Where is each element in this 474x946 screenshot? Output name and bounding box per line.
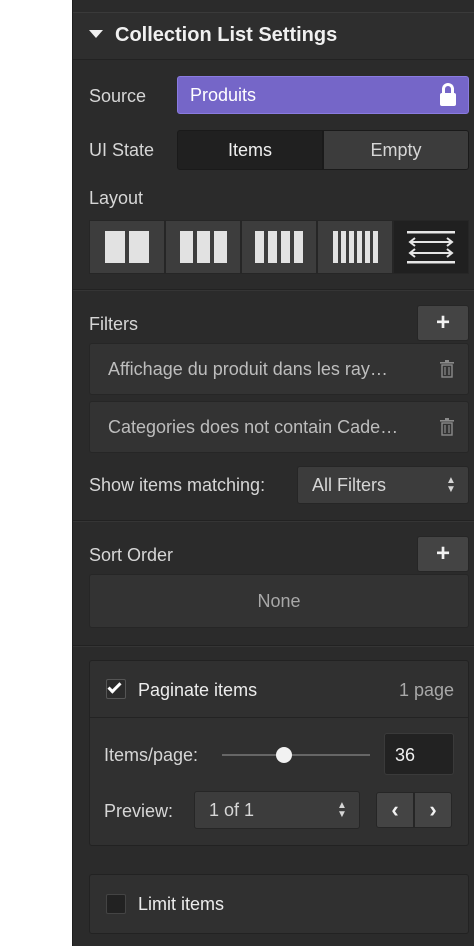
paginate-checkbox[interactable] (106, 679, 126, 699)
up-down-arrows-icon: ▲ ▼ (446, 475, 456, 495)
previous-page-button[interactable]: ‹ (376, 792, 414, 828)
filter-item[interactable]: Categories does not contain Cade… (89, 401, 469, 453)
limit-items-label: Limit items (138, 894, 225, 914)
ui-state-items-button[interactable]: Items (177, 130, 323, 170)
show-items-matching-label: Show items matching: (89, 475, 266, 495)
check-icon (107, 679, 122, 694)
layout-2-columns-button[interactable] (89, 220, 165, 274)
layout-options (89, 220, 469, 274)
filter-match-value: All Filters (312, 475, 387, 495)
items-per-page-label: Items/page: (104, 745, 199, 765)
up-down-arrows-icon: ▲ ▼ (337, 800, 347, 820)
trash-icon[interactable] (440, 418, 454, 436)
divider (73, 646, 474, 647)
plus-icon: + (435, 309, 450, 336)
chevron-left-icon: ‹ (391, 797, 399, 822)
caret-down-icon[interactable] (89, 30, 103, 38)
filter-text: Affichage du produit dans les ray… (108, 359, 388, 379)
plus-icon: + (435, 540, 450, 567)
layout-list-button[interactable] (393, 220, 469, 274)
divider (90, 717, 468, 718)
filters-label: Filters (89, 314, 138, 334)
source-label: Source (89, 86, 147, 106)
add-sort-button[interactable]: + (417, 536, 469, 572)
section-header[interactable]: Collection List Settings (73, 12, 474, 60)
limit-items-section: Limit items (89, 874, 469, 934)
collection-list-settings-panel: Collection List Settings Source Produits… (72, 0, 474, 946)
pagination-section: Paginate items 1 page Items/page: 36 Pre… (89, 660, 469, 846)
section-title: Collection List Settings (115, 24, 338, 46)
preview-label: Preview: (104, 801, 174, 821)
layout-3-columns-button[interactable] (165, 220, 241, 274)
divider (73, 521, 474, 522)
list-layout-icon (407, 231, 455, 264)
limit-items-checkbox[interactable] (106, 894, 126, 914)
trash-icon[interactable] (440, 360, 454, 378)
filter-item[interactable]: Affichage du produit dans les ray… (89, 343, 469, 395)
layout-label: Layout (89, 188, 144, 208)
page-count: 1 page (398, 680, 454, 700)
sort-order-value[interactable]: None (89, 574, 469, 628)
preview-value: 1 of 1 (209, 800, 255, 820)
divider (73, 290, 474, 291)
layout-4-columns-button[interactable] (241, 220, 317, 274)
sort-order-label: Sort Order (89, 545, 174, 565)
items-per-page-input[interactable]: 36 (384, 733, 454, 775)
slider-thumb[interactable] (276, 747, 293, 763)
next-page-button[interactable]: › (414, 792, 452, 828)
source-value: Produits (190, 85, 257, 105)
ui-state-empty-button[interactable]: Empty (323, 130, 469, 170)
filter-match-select[interactable]: All Filters ▲ ▼ (297, 466, 469, 504)
items-per-page-value: 36 (395, 745, 416, 765)
lock-icon (428, 77, 468, 115)
layout-6-columns-button[interactable] (317, 220, 393, 274)
items-per-page-slider[interactable] (222, 745, 370, 765)
filter-text: Categories does not contain Cade… (108, 417, 399, 437)
ui-state-label: UI State (89, 140, 155, 160)
chevron-right-icon: › (429, 797, 437, 822)
preview-select[interactable]: 1 of 1 ▲ ▼ (194, 791, 360, 829)
add-filter-button[interactable]: + (417, 305, 469, 341)
paginate-label: Paginate items (138, 680, 258, 700)
source-field[interactable]: Produits (177, 76, 469, 114)
